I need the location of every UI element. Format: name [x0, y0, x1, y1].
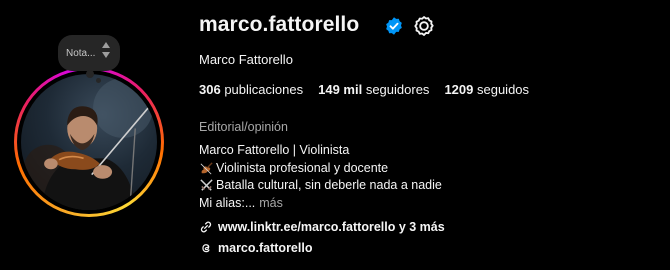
profile-category: Editorial/opinión — [199, 120, 288, 134]
stat-following[interactable]: 1209 seguidos — [444, 82, 529, 97]
violinist-photo — [23, 78, 153, 210]
bio-line-1: Marco Fattorello | Violinista — [199, 143, 350, 157]
profile-full-name: Marco Fattorello — [199, 52, 293, 67]
threads-link[interactable]: marco.fattorello — [218, 241, 312, 255]
note-label: Nota... — [66, 47, 96, 59]
verified-badge-icon — [386, 17, 402, 35]
posts-label: publicaciones — [224, 82, 304, 97]
note-tail-small — [96, 78, 101, 83]
website-link-row[interactable]: www.linktr.ee/marco.fattorello y 3 más — [199, 220, 445, 234]
profile-username: marco.fattorello — [199, 13, 360, 36]
bio-line: Marco Fattorello | Violinista — [199, 142, 442, 160]
threads-link-row[interactable]: marco.fattorello — [199, 241, 312, 255]
link-icon — [200, 221, 212, 233]
following-label: seguidos — [476, 82, 530, 97]
note-bubble[interactable]: Nota... — [58, 35, 120, 71]
bio-line: Batalla cultural, sin deberle nada a nad… — [199, 177, 442, 195]
bio-line-2: Violinista profesional y docente — [216, 160, 389, 175]
bio-more-link[interactable]: más — [259, 195, 283, 213]
following-count: 1209 — [444, 82, 474, 97]
threads-icon — [202, 244, 210, 253]
avatar-gap — [17, 70, 161, 214]
posts-count: 306 — [199, 82, 221, 97]
stat-posts[interactable]: 306 publicaciones — [199, 82, 303, 97]
followers-count: 149 mil — [318, 82, 363, 97]
followers-label: seguidores — [365, 82, 430, 97]
stat-followers[interactable]: 149 mil seguidores — [318, 82, 429, 97]
avatar-photo — [21, 74, 157, 210]
bio-line: Violinista profesional y docente — [199, 160, 442, 178]
settings-gear-icon[interactable] — [413, 15, 435, 37]
note-sort-icon — [102, 42, 110, 58]
crossed-swords-icon — [200, 179, 213, 191]
profile-stats: 306 publicaciones 149 mil seguidores 120… — [199, 82, 529, 97]
website-link[interactable]: www.linktr.ee/marco.fattorello y 3 más — [218, 220, 445, 234]
bio-line: Mi alias:... más — [199, 195, 442, 213]
bio-line-4: Mi alias:... — [199, 195, 256, 210]
profile-avatar[interactable] — [14, 67, 164, 217]
note-tail — [86, 70, 94, 78]
violin-icon — [200, 162, 213, 175]
profile-bio: Marco Fattorello | Violinista Violinista… — [199, 142, 442, 212]
bio-line-3: Batalla cultural, sin deberle nada a nad… — [216, 178, 442, 192]
